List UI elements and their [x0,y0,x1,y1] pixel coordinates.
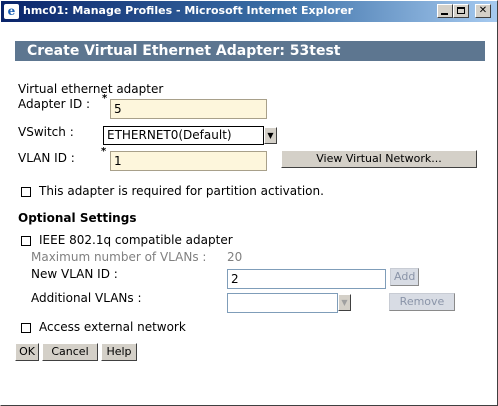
adapter-id-label: Adapter ID : [18,97,91,111]
maximize-icon [457,7,465,14]
minimize-icon [441,13,448,15]
required-for-activation-label: This adapter is required for partition a… [39,184,324,198]
vswitch-select[interactable]: ETHERNET0(Default) [103,126,264,145]
additional-vlans-dropdown-button[interactable]: ▼ [338,294,351,311]
close-icon: ✕ [478,5,488,16]
optional-settings-heading: Optional Settings [18,211,137,225]
ok-button[interactable]: OK [15,343,39,361]
required-for-activation-checkbox[interactable] [21,187,31,197]
max-vlans-value: 20 [227,250,243,264]
page-title: Create Virtual Ethernet Adapter: 53test [15,41,485,61]
vswitch-label: VSwitch : [18,125,74,139]
triangle-down-icon: ▼ [267,131,274,140]
ieee-8021q-label: IEEE 802.1q compatible adapter [39,233,233,247]
internet-explorer-icon: e [4,4,19,19]
vlan-id-label: VLAN ID : [18,151,75,165]
vswitch-dropdown-button[interactable]: ▼ [264,127,277,144]
max-vlans-label: Maximum number of VLANs : [31,250,207,264]
title-bar[interactable]: e hmc01: Manage Profiles - Microsoft Int… [1,1,497,22]
maximize-button[interactable] [453,4,469,18]
additional-vlans-select[interactable] [227,293,338,313]
view-virtual-network-button[interactable]: View Virtual Network... [281,150,477,168]
access-external-network-label: Access external network [39,320,186,334]
required-marker: * [101,146,107,157]
add-vlan-button[interactable]: Add [390,268,419,286]
triangle-down-icon: ▼ [341,298,348,307]
access-external-network-checkbox[interactable] [21,323,31,333]
cancel-button[interactable]: Cancel [42,343,98,361]
new-vlan-id-label: New VLAN ID : [31,267,118,281]
minimize-button[interactable] [437,4,453,18]
section-label: Virtual ethernet adapter [18,82,164,96]
vlan-id-input[interactable]: 1 [110,151,267,171]
close-button[interactable]: ✕ [475,4,491,18]
new-vlan-id-input[interactable]: 2 [227,269,386,289]
ieee-8021q-checkbox[interactable] [21,236,31,246]
required-marker: * [102,93,108,104]
adapter-id-input[interactable]: 5 [110,99,267,119]
browser-window: e hmc01: Manage Profiles - Microsoft Int… [0,0,498,406]
window-title: hmc01: Manage Profiles - Microsoft Inter… [23,4,354,17]
help-button[interactable]: Help [101,343,137,361]
additional-vlans-label: Additional VLANs : [31,291,142,305]
remove-vlan-button[interactable]: Remove [389,293,455,311]
